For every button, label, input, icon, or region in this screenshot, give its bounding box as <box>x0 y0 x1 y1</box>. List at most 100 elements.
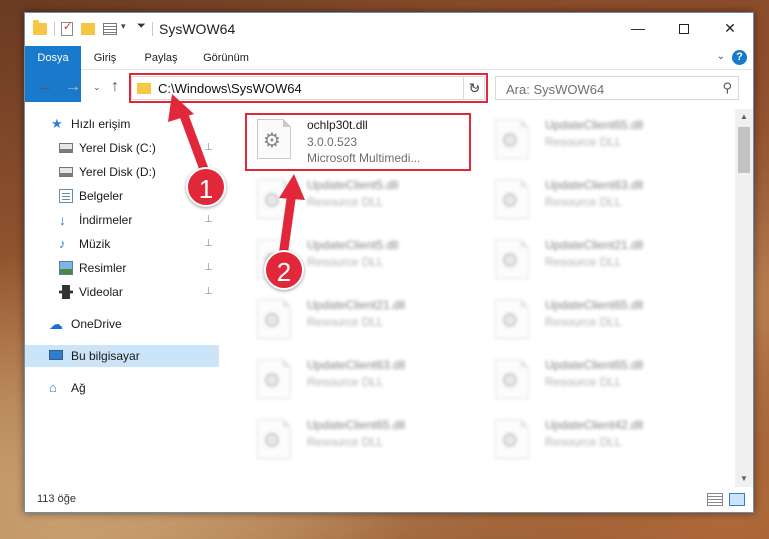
close-button[interactable]: ✕ <box>707 13 753 43</box>
vertical-scrollbar[interactable]: ▲ ▼ <box>735 109 753 487</box>
customize-toolbar-icon[interactable]: ⏷ <box>137 20 146 36</box>
sidebar-item-network[interactable]: ⌂ Ağ <box>25 377 219 399</box>
toolbar-divider <box>54 22 55 36</box>
network-icon: ⌂ <box>49 380 57 395</box>
file-description: Resource DLL <box>307 435 384 449</box>
file-name: UpdateClient65.dll <box>307 418 406 432</box>
sidebar-item-videos[interactable]: Videolar ⊥ <box>25 281 219 303</box>
dll-file-icon <box>257 359 291 399</box>
file-name: UpdateClient21.dll <box>545 238 644 252</box>
dll-file-icon <box>257 299 291 339</box>
file-name: UpdateClient65.dll <box>545 358 644 372</box>
dll-file-icon <box>495 419 529 459</box>
sidebar-item-music[interactable]: ♪ Müzik ⊥ <box>25 233 219 255</box>
up-button[interactable]: ↑ <box>111 78 119 96</box>
back-button[interactable]: ← <box>37 78 53 96</box>
dll-file-icon <box>495 299 529 339</box>
music-icon: ♪ <box>59 236 66 251</box>
file-description: Resource DLL <box>307 195 384 209</box>
title-bar: ▾ ⏷ SysWOW64 — ✕ <box>25 13 753 45</box>
file-name: UpdateClient63.dll <box>307 358 406 372</box>
file-name: UpdateClient5.dll <box>307 238 399 252</box>
file-item[interactable]: UpdateClient63.dll Resource DLL <box>243 353 473 409</box>
address-highlight-box <box>129 73 488 103</box>
pictures-icon <box>59 261 73 275</box>
file-description: Resource DLL <box>307 375 384 389</box>
callout-badge-1: 1 <box>186 167 226 207</box>
ribbon: Dosya Giriş Paylaş Görünüm ⌄ ? <box>25 46 753 102</box>
file-description: Resource DLL <box>307 315 384 329</box>
sidebar-item-label: Yerel Disk (D:) <box>79 165 156 179</box>
maximize-icon <box>679 24 689 35</box>
recent-locations-button[interactable]: ⌄ <box>93 82 101 93</box>
file-description: Resource DLL <box>545 255 622 269</box>
view-icon[interactable] <box>103 23 117 35</box>
file-highlight-box <box>245 113 471 171</box>
file-item[interactable]: UpdateClient65.dll Resource DLL <box>481 353 711 409</box>
toolbar-divider <box>152 22 153 36</box>
minimize-button[interactable]: — <box>615 13 661 43</box>
pin-icon: ⊥ <box>204 238 213 249</box>
dll-file-icon <box>257 179 291 219</box>
new-folder-icon[interactable] <box>81 23 95 35</box>
ribbon-expand-icon[interactable]: ⌄ <box>717 51 725 62</box>
tab-gorunum[interactable]: Görünüm <box>193 46 259 70</box>
file-description: Resource DLL <box>545 135 622 149</box>
file-item[interactable]: UpdateClient21.dll Resource DLL <box>481 233 711 289</box>
scroll-up-button[interactable]: ▲ <box>735 109 753 125</box>
search-box[interactable]: Ara: SysWOW64 ⚲ <box>495 76 739 100</box>
sidebar-item-quick-access[interactable]: ★ Hızlı erişim <box>25 113 219 135</box>
pin-icon: ⊥ <box>204 286 213 297</box>
drive-icon <box>59 167 73 177</box>
videos-icon <box>59 285 73 299</box>
maximize-button[interactable] <box>661 13 707 43</box>
sidebar-item-label: Hızlı erişim <box>71 117 131 131</box>
file-item[interactable]: UpdateClient65.dll Resource DLL <box>243 413 473 469</box>
pin-icon: ⊥ <box>204 262 213 273</box>
scroll-down-button[interactable]: ▼ <box>735 471 753 487</box>
forward-button[interactable]: → <box>65 78 81 96</box>
search-icon[interactable]: ⚲ <box>722 80 732 96</box>
downloads-icon: ↓ <box>59 212 66 228</box>
file-description: Resource DLL <box>307 255 384 269</box>
large-icons-view-button[interactable] <box>729 493 745 506</box>
explorer-window: ▾ ⏷ SysWOW64 — ✕ Dosya Giriş Paylaş Görü… <box>24 12 754 513</box>
file-item[interactable]: UpdateClient42.dll Resource DLL <box>481 413 711 469</box>
file-item[interactable]: UpdateClient21.dll Resource DLL <box>243 293 473 349</box>
file-item[interactable]: UpdateClient65.dll Resource DLL <box>481 293 711 349</box>
file-description: Resource DLL <box>545 375 622 389</box>
sidebar-item-downloads[interactable]: ↓ İndirmeler ⊥ <box>25 209 219 231</box>
sidebar-item-label: Videolar <box>79 285 123 299</box>
tab-paylas[interactable]: Paylaş <box>133 46 189 70</box>
window-title: SysWOW64 <box>159 21 236 37</box>
help-icon[interactable]: ? <box>732 50 747 65</box>
file-description: Resource DLL <box>545 435 622 449</box>
sidebar-item-label: Resimler <box>79 261 127 275</box>
file-item[interactable]: UpdateClient65.dll Resource DLL <box>481 113 711 169</box>
sidebar-item-pictures[interactable]: Resimler ⊥ <box>25 257 219 279</box>
file-name: UpdateClient5.dll <box>307 178 399 192</box>
sidebar-item-this-pc[interactable]: Bu bilgisayar <box>25 345 219 367</box>
properties-icon[interactable] <box>61 20 73 36</box>
scroll-thumb[interactable] <box>738 127 750 173</box>
drive-icon <box>59 143 73 153</box>
view-dropdown-icon[interactable]: ▾ <box>121 21 126 37</box>
navigation-pane: ★ Hızlı erişim Yerel Disk (C:) ⊥ Yerel D… <box>25 113 219 483</box>
this-pc-icon <box>49 350 63 360</box>
file-item[interactable]: UpdateClient63.dll Resource DLL <box>481 173 711 229</box>
documents-icon <box>59 189 73 203</box>
sidebar-item-label: Belgeler <box>79 189 124 203</box>
tab-giris[interactable]: Giriş <box>83 46 127 70</box>
file-description: Resource DLL <box>545 195 622 209</box>
sidebar-item-local-disk-c[interactable]: Yerel Disk (C:) ⊥ <box>25 137 219 159</box>
file-item[interactable]: UpdateClient5.dll Resource DLL <box>243 173 473 229</box>
sidebar-item-onedrive[interactable]: ☁ OneDrive <box>25 313 219 335</box>
sidebar-item-label: İndirmeler <box>79 213 133 227</box>
search-input[interactable]: Ara: SysWOW64 <box>506 82 604 97</box>
star-icon: ★ <box>51 116 63 131</box>
item-count: 113 öğe <box>37 493 76 505</box>
sidebar-item-label: Müzik <box>79 237 111 251</box>
details-view-button[interactable] <box>707 493 723 506</box>
dll-file-icon <box>495 119 529 159</box>
file-name: UpdateClient65.dll <box>545 298 644 312</box>
